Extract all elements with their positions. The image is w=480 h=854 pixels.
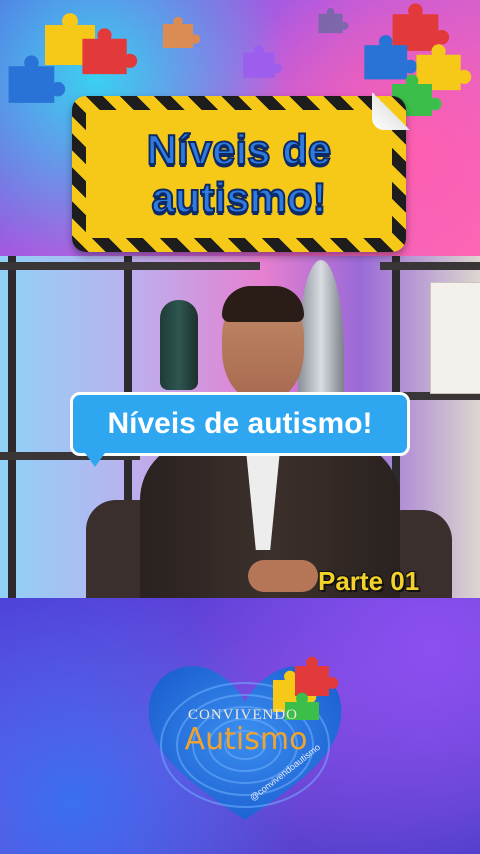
- caption-text: Níveis de autismo!: [107, 407, 373, 440]
- shelf-post: [8, 256, 16, 598]
- title-banner-inner: Níveis de autismo!: [86, 110, 392, 238]
- book: [430, 282, 480, 394]
- vase: [160, 300, 198, 390]
- title-banner: Níveis de autismo!: [72, 92, 410, 252]
- puzzle-piece-purple-icon: [243, 45, 283, 78]
- puzzle-piece-orange-icon: [163, 16, 201, 48]
- shelf-board: [380, 262, 480, 270]
- banner-title: Níveis de autismo!: [146, 125, 332, 222]
- part-label: Parte 01: [318, 566, 420, 596]
- puzzle-piece-grey-icon: [318, 7, 349, 34]
- page-curl: [372, 92, 410, 130]
- puzzle-piece-blue-icon: [8, 55, 66, 103]
- person-hands: [248, 560, 318, 592]
- puzzle-piece-red-icon: [82, 28, 138, 75]
- shelf-board: [0, 262, 260, 270]
- caption-box: Níveis de autismo!: [70, 392, 410, 467]
- person-hair: [222, 286, 304, 322]
